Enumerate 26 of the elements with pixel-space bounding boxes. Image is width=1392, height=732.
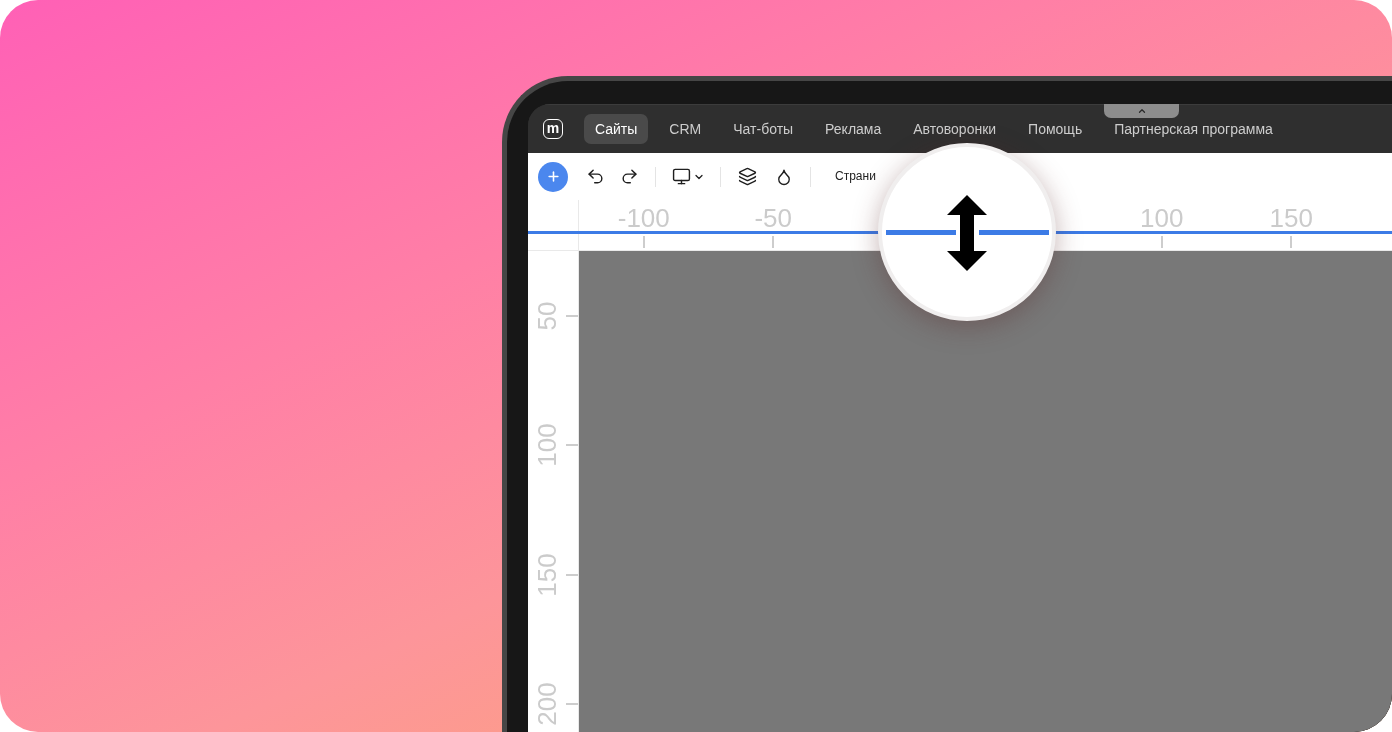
monitor-icon	[671, 167, 691, 186]
ruler-tick	[1290, 236, 1293, 248]
nav-tab[interactable]: CRM	[658, 120, 713, 138]
ruler-tick	[642, 236, 645, 248]
vertical-resize-cursor-icon	[946, 195, 988, 271]
collapse-handle[interactable]	[1104, 104, 1179, 118]
redo-icon	[619, 167, 639, 186]
nav-tab[interactable]: Сайты	[584, 114, 649, 144]
page-selector[interactable]: Страни	[835, 169, 876, 184]
ruler-tick	[1160, 236, 1163, 248]
nav-tab[interactable]: Автоворонки	[902, 120, 1008, 138]
layers-icon	[737, 167, 757, 186]
nav-tab[interactable]: Партнерская программа	[1103, 120, 1284, 138]
ruler-tick	[566, 573, 578, 576]
ruler-tick	[772, 236, 775, 248]
chevron-up-icon	[1136, 106, 1147, 116]
ruler-tick	[566, 444, 578, 447]
add-button[interactable]	[538, 161, 568, 192]
plus-icon	[545, 169, 561, 184]
ruler-tick	[566, 703, 578, 706]
ruler-tick	[566, 314, 578, 317]
nav-tab[interactable]: Чат-боты	[722, 120, 805, 138]
logo[interactable]: m	[543, 119, 563, 139]
nav-tab[interactable]: Реклама	[814, 120, 893, 138]
nav-tab[interactable]: Помощь	[1017, 120, 1094, 138]
droplet-icon	[775, 167, 793, 186]
